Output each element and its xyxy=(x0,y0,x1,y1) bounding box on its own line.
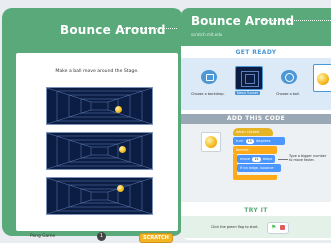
code-tip: Type a bigger number to move faster. xyxy=(289,154,327,163)
ball-sprite-thumbnail xyxy=(201,132,221,152)
ball-icon xyxy=(115,106,122,113)
card-subtitle: scratch.mit.edu xyxy=(191,32,223,37)
neon-tunnel-thumbnail xyxy=(235,66,263,90)
tunnel-backdrop-icon xyxy=(47,178,152,214)
card-instruction: Make a ball move around the Stage. xyxy=(55,69,139,74)
card-title: Bounce Around xyxy=(191,14,295,28)
ball-sprite-thumbnail xyxy=(313,64,331,92)
section-title-try-it: TRY IT xyxy=(244,207,268,214)
ball-icon xyxy=(317,73,329,85)
block-label-when-clicked: when clicked xyxy=(236,130,260,134)
turn-block: turn 15 degrees xyxy=(233,137,285,145)
block-label-move: move xyxy=(240,157,251,161)
activity-card-front: Bounce Around Make a ball move around th… xyxy=(2,8,183,243)
ball-icon xyxy=(119,146,126,153)
forever-block-end xyxy=(233,175,277,180)
tip-pointer xyxy=(278,159,288,160)
flag-stop-controls: ⚑ xyxy=(267,222,289,234)
move-value: 15 xyxy=(252,157,261,162)
ball-icon xyxy=(117,185,124,192)
step-label-backdrop: Choose a backdrop. xyxy=(191,92,225,96)
block-label-forever: forever xyxy=(236,148,249,152)
get-ready-band: Choose a backdrop. Neon Tunnel Choose a … xyxy=(181,58,331,110)
tunnel-backdrop-icon xyxy=(47,133,152,169)
step-label-neon-tunnel: Neon Tunnel xyxy=(235,91,260,95)
block-label-turn: turn xyxy=(236,139,244,143)
stage-preview-2 xyxy=(46,132,153,170)
step-label-ball: Choose a ball. xyxy=(276,92,300,96)
block-label-degrees: degrees xyxy=(256,139,271,143)
scratch-logo: SCRATCH xyxy=(139,233,173,243)
forever-block: forever xyxy=(233,146,277,154)
try-it-band: Click the green flag to start. ⚑ xyxy=(181,216,331,238)
block-label-steps: steps xyxy=(262,157,273,161)
ball-icon xyxy=(205,136,217,148)
move-block: move 15 steps xyxy=(237,155,275,163)
card-header: Bounce Around scratch.mit.edu xyxy=(181,8,331,46)
card-title: Bounce Around xyxy=(60,23,166,37)
stage-preview-3 xyxy=(46,177,153,215)
stop-icon[interactable] xyxy=(280,225,285,230)
stage-preview-1 xyxy=(46,87,153,125)
card-footer-label: Pong Game xyxy=(30,234,56,239)
code-band: when clicked turn 15 degrees forever mov… xyxy=(181,124,331,202)
block-label-bounce: if on edge, bounce xyxy=(240,166,274,170)
bounce-block: if on edge, bounce xyxy=(237,164,281,172)
choose-backdrop-icon xyxy=(201,70,217,84)
try-it-instruction: Click the green flag to start. xyxy=(211,225,259,229)
preview-panel: Make a ball move around the Stage. Pong … xyxy=(16,53,178,243)
green-flag-icon[interactable]: ⚑ xyxy=(271,224,276,231)
turn-value: 15 xyxy=(245,139,254,144)
section-title-add-code: ADD THIS CODE xyxy=(181,114,331,124)
choose-sprite-icon xyxy=(281,70,297,84)
section-title-get-ready: GET READY xyxy=(235,49,277,56)
when-flag-clicked-block: when clicked xyxy=(233,128,273,136)
tunnel-backdrop-icon xyxy=(47,88,152,124)
activity-card-back: Bounce Around scratch.mit.edu GET READY … xyxy=(181,8,331,240)
